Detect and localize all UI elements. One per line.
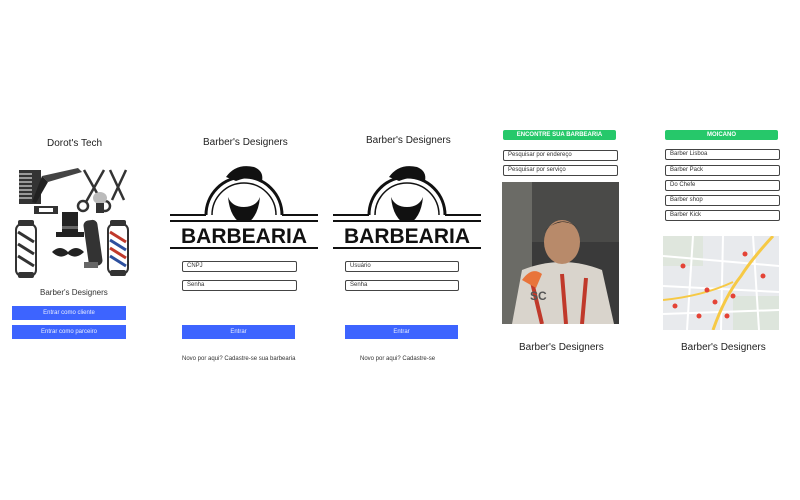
- mustache-icon: [52, 248, 84, 257]
- barber-pole-icon: [15, 220, 37, 278]
- clipper-icon: [83, 219, 103, 268]
- list-item[interactable]: Barber shop: [665, 195, 780, 206]
- client-login-button[interactable]: Entrar como cliente: [12, 306, 126, 320]
- page-title: Barber's Designers: [366, 135, 451, 146]
- signup-link[interactable]: Novo por aqui? Cadastre-se sua barbearia: [182, 356, 295, 362]
- search-address-field[interactable]: Pesquisar por endereço: [503, 150, 618, 161]
- barber-pole-color-icon: [107, 220, 129, 276]
- barbearia-logo: BARBEARIA: [170, 166, 318, 249]
- page-title: Barber's Designers: [203, 137, 288, 148]
- list-item[interactable]: Do Chefe: [665, 180, 780, 191]
- hair-icon: [389, 166, 426, 181]
- app-title: Dorot's Tech: [47, 138, 103, 149]
- search-service-field[interactable]: Pesquisar por serviço: [503, 165, 618, 176]
- section-header: MOICANO: [665, 130, 778, 140]
- cnpj-field[interactable]: CNPJ: [182, 261, 297, 272]
- scissors-icon: [76, 169, 112, 213]
- map-view[interactable]: [663, 236, 779, 330]
- barber-tools-illustration: [15, 168, 129, 278]
- enter-button[interactable]: Entrar: [182, 325, 295, 339]
- brand-footer: Barber's Designers: [519, 342, 604, 353]
- barber-photo: SC: [502, 182, 619, 324]
- partner-login-button[interactable]: Entrar como parceiro: [12, 325, 126, 339]
- scissors-icon-2: [108, 169, 128, 201]
- list-item[interactable]: Barber Lisboa: [665, 149, 780, 160]
- password-field[interactable]: Senha: [345, 280, 459, 291]
- barbearia-logo: BARBEARIA: [333, 166, 481, 249]
- hair-icon: [226, 166, 263, 181]
- brand-subtitle: Barber's Designers: [40, 288, 108, 297]
- section-header: ENCONTRE SUA BARBEARIA: [503, 130, 616, 140]
- svg-text:BARBEARIA: BARBEARIA: [181, 225, 307, 248]
- signup-link[interactable]: Novo por aqui? Cadastre-se: [360, 356, 435, 362]
- svg-text:BARBEARIA: BARBEARIA: [344, 225, 470, 248]
- brand-footer: Barber's Designers: [681, 342, 766, 353]
- list-item[interactable]: Barber Kick: [665, 210, 780, 221]
- svg-text:SC: SC: [530, 289, 547, 303]
- password-field[interactable]: Senha: [182, 280, 297, 291]
- hat-icon: [56, 212, 84, 237]
- list-item[interactable]: Barber Pack: [665, 165, 780, 176]
- blade-icon: [34, 206, 58, 214]
- enter-button[interactable]: Entrar: [345, 325, 458, 339]
- username-field[interactable]: Usuário: [345, 261, 459, 272]
